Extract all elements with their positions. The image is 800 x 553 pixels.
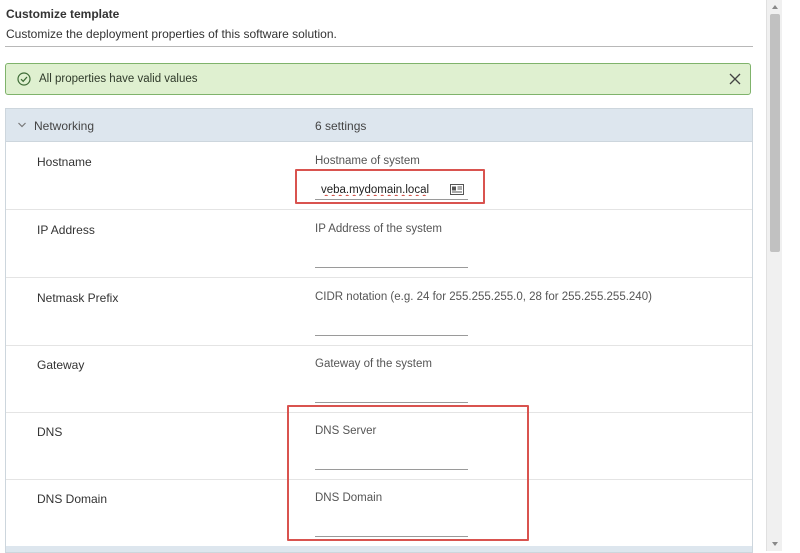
vertical-scrollbar[interactable] xyxy=(766,0,782,551)
group-settings-count: 6 settings xyxy=(315,119,367,133)
property-row-gateway: Gateway Gateway of the system xyxy=(6,345,752,413)
scrollbar-thumb[interactable] xyxy=(770,14,780,252)
property-name: IP Address xyxy=(37,223,95,237)
property-name: Netmask Prefix xyxy=(37,291,119,305)
property-description: IP Address of the system xyxy=(315,223,442,235)
next-group-header xyxy=(6,546,752,552)
annotation-highlight-dns xyxy=(287,405,529,541)
group-label: Networking xyxy=(34,119,95,133)
property-name: Gateway xyxy=(37,358,85,372)
page-subtitle: Customize the deployment properties of t… xyxy=(6,27,337,41)
property-description: Hostname of system xyxy=(315,155,420,167)
property-name: DNS Domain xyxy=(37,492,108,506)
scroll-down-arrow-icon[interactable] xyxy=(771,540,779,548)
property-description: CIDR notation (e.g. 24 for 255.255.255.0… xyxy=(315,291,652,303)
property-row-ip-address: IP Address IP Address of the system xyxy=(6,210,752,278)
scroll-up-arrow-icon[interactable] xyxy=(771,3,779,11)
alert-message: All properties have valid values xyxy=(39,73,198,85)
page-title: Customize template xyxy=(6,7,120,21)
group-header-networking[interactable]: Networking 6 settings xyxy=(6,109,752,142)
check-circle-icon xyxy=(17,72,31,86)
close-icon[interactable] xyxy=(728,72,742,86)
gateway-input[interactable] xyxy=(315,386,468,403)
annotation-highlight-hostname xyxy=(295,169,485,204)
chevron-down-icon[interactable] xyxy=(17,120,27,130)
netmask-prefix-input[interactable] xyxy=(315,319,468,336)
property-row-netmask-prefix: Netmask Prefix CIDR notation (e.g. 24 fo… xyxy=(6,278,752,346)
validation-alert: All properties have valid values xyxy=(5,63,751,95)
header-divider xyxy=(5,46,753,47)
property-name: DNS xyxy=(37,425,63,439)
property-name: Hostname xyxy=(37,155,92,169)
ip-address-input[interactable] xyxy=(315,251,468,268)
property-description: Gateway of the system xyxy=(315,358,432,370)
